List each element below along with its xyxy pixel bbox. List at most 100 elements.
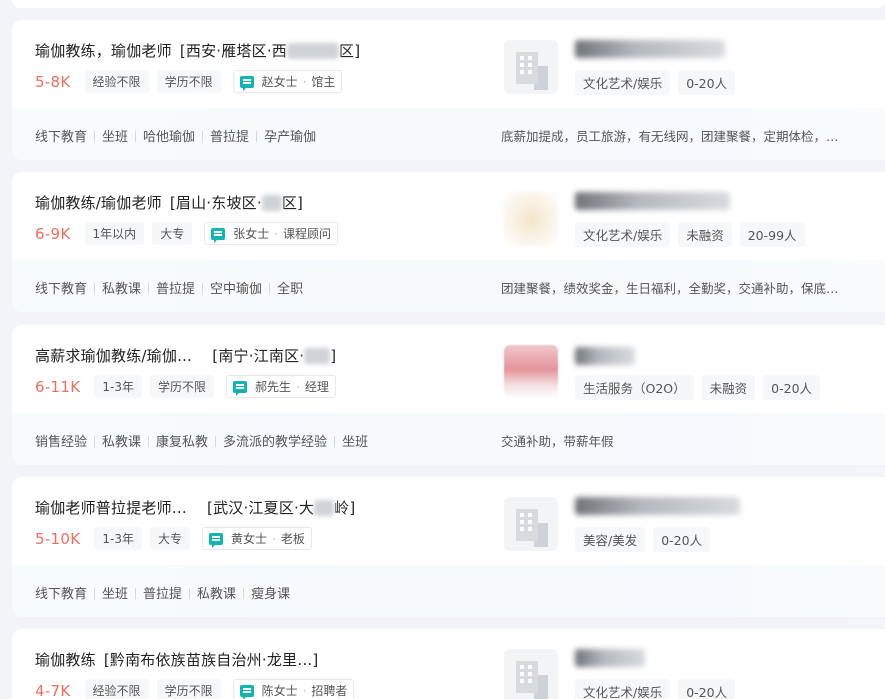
experience-tag: 经验不限 bbox=[84, 70, 149, 93]
company-industry: 生活服务（O2O） bbox=[575, 375, 694, 400]
job-card[interactable]: 瑜伽教练 [黔南布依族苗族自治州·龙里…] 4-7K 经验不限 学历不限 陈女士 … bbox=[12, 629, 885, 699]
skill-tag: 私教课 bbox=[102, 278, 156, 297]
benefits: 交通补助，带薪年假 bbox=[501, 434, 614, 449]
recruiter-chat-button[interactable]: 黄女士 · 老板 bbox=[202, 527, 312, 550]
job-card[interactable]: 高薪求瑜伽教练/瑜伽… [南宁·江南区·] 6-11K 1-3年 学历不限 郝先生… bbox=[12, 325, 885, 465]
skill-tag: 瘦身课 bbox=[251, 587, 291, 602]
skill-tag: 销售经验 bbox=[35, 431, 102, 450]
job-title[interactable]: 瑜伽老师普拉提老师… [武汉·江夏区·大 岭] bbox=[35, 497, 355, 518]
recruiter-name: 张女士 bbox=[233, 227, 270, 241]
company-industry: 文化艺术/娱乐 bbox=[575, 222, 671, 247]
skill-tag: 坐班 bbox=[102, 583, 143, 602]
education-tag: 学历不限 bbox=[156, 70, 221, 93]
job-location: [武汉·江夏区·大 岭] bbox=[207, 499, 356, 517]
job-location: [黔南布依族苗族自治州·龙里…] bbox=[103, 651, 319, 669]
experience-tag: 1年以内 bbox=[84, 222, 145, 245]
benefits: 团建聚餐，绩效奖金，生日福利，全勤奖，交通补助，保底… bbox=[501, 281, 839, 296]
company-logo[interactable] bbox=[504, 345, 558, 399]
building-icon[interactable] bbox=[504, 497, 558, 551]
salary: 6-11K bbox=[35, 377, 81, 396]
skill-tags: 销售经验 私教课 康复私教 多流派的教学经验 坐班 bbox=[35, 431, 368, 450]
skill-tag: 线下教育 bbox=[35, 583, 102, 602]
company-industry: 文化艺术/娱乐 bbox=[575, 679, 671, 699]
company-name-blurred[interactable] bbox=[575, 40, 725, 58]
job-title[interactable]: 高薪求瑜伽教练/瑜伽… [南宁·江南区·] bbox=[35, 345, 336, 366]
company-funding: 未融资 bbox=[701, 375, 756, 400]
skill-tag: 多流派的教学经验 bbox=[223, 431, 342, 450]
company-size: 0-20人 bbox=[763, 375, 821, 400]
company-funding: 未融资 bbox=[678, 222, 732, 247]
recruiter-name: 赵女士 bbox=[261, 75, 298, 89]
company-name-blurred[interactable] bbox=[575, 497, 740, 515]
company-industry: 美容/美发 bbox=[575, 527, 646, 552]
salary: 6-9K bbox=[35, 224, 71, 243]
recruiter-role: 馆主 bbox=[311, 75, 336, 89]
skill-tag: 全职 bbox=[277, 282, 304, 297]
company-size: 0-20人 bbox=[653, 527, 711, 552]
experience-tag: 1-3年 bbox=[94, 527, 142, 550]
chat-icon bbox=[239, 684, 254, 699]
company-name-blurred[interactable] bbox=[575, 347, 635, 365]
recruiter-chat-button[interactable]: 陈女士 · 招聘者 bbox=[232, 679, 355, 699]
job-title[interactable]: 瑜伽教练/瑜伽老师 [眉山·东坡区· 区] bbox=[35, 192, 303, 213]
education-tag: 学历不限 bbox=[150, 375, 215, 398]
chat-icon bbox=[209, 532, 224, 548]
benefits: 底薪加提成，员工旅游，有无线网，团建聚餐，定期体检，… bbox=[501, 129, 839, 144]
skill-tag: 孕产瑜伽 bbox=[264, 130, 317, 145]
skill-tags: 线下教育 私教课 普拉提 空中瑜伽 全职 bbox=[35, 278, 303, 297]
skill-tag: 空中瑜伽 bbox=[210, 278, 277, 297]
skill-tag: 坐班 bbox=[342, 435, 369, 450]
recruiter-name: 黄女士 bbox=[231, 532, 268, 546]
chat-icon bbox=[239, 75, 254, 91]
building-icon[interactable] bbox=[504, 40, 558, 94]
skill-tag: 线下教育 bbox=[35, 126, 102, 145]
previous-card-edge bbox=[12, 0, 885, 8]
salary: 5-8K bbox=[35, 72, 71, 91]
salary: 4-7K bbox=[35, 681, 71, 699]
education-tag: 学历不限 bbox=[156, 679, 221, 699]
recruiter-role: 老板 bbox=[280, 532, 305, 546]
job-title[interactable]: 瑜伽教练 [黔南布依族苗族自治州·龙里…] bbox=[35, 649, 319, 670]
company-size: 0-20人 bbox=[678, 679, 736, 699]
skill-tag: 康复私教 bbox=[156, 431, 223, 450]
skill-tags: 线下教育 坐班 哈他瑜伽 普拉提 孕产瑜伽 bbox=[35, 126, 316, 145]
skill-tag: 线下教育 bbox=[35, 278, 102, 297]
skill-tag: 哈他瑜伽 bbox=[143, 126, 210, 145]
job-card[interactable]: 瑜伽教练，瑜伽老师 [西安·雁塔区·西 区] 5-8K 经验不限 学历不限 赵女士 … bbox=[12, 20, 885, 160]
company-name-blurred[interactable] bbox=[575, 192, 730, 210]
recruiter-role: 招聘者 bbox=[311, 684, 348, 698]
recruiter-chat-button[interactable]: 赵女士 · 馆主 bbox=[232, 70, 343, 93]
education-tag: 大专 bbox=[152, 222, 193, 245]
experience-tag: 经验不限 bbox=[84, 679, 149, 699]
skill-tag: 普拉提 bbox=[156, 278, 210, 297]
company-name-blurred[interactable] bbox=[575, 649, 645, 667]
skill-tag: 普拉提 bbox=[143, 583, 197, 602]
skill-tags: 线下教育 坐班 普拉提 私教课 瘦身课 bbox=[35, 583, 290, 602]
job-location: [眉山·东坡区· 区] bbox=[169, 194, 304, 212]
company-size: 0-20人 bbox=[678, 70, 736, 95]
recruiter-chat-button[interactable]: 郝先生 · 经理 bbox=[226, 375, 336, 398]
company-size: 20-99人 bbox=[739, 222, 805, 247]
education-tag: 大专 bbox=[150, 527, 191, 550]
skill-tag: 坐班 bbox=[102, 126, 143, 145]
skill-tag: 私教课 bbox=[102, 431, 156, 450]
recruiter-name: 郝先生 bbox=[255, 380, 292, 394]
recruiter-role: 经理 bbox=[304, 380, 329, 394]
recruiter-name: 陈女士 bbox=[261, 684, 298, 698]
job-location: [西安·雁塔区·西 区] bbox=[179, 42, 361, 60]
job-location: [南宁·江南区·] bbox=[212, 347, 337, 365]
company-industry: 文化艺术/娱乐 bbox=[575, 70, 671, 95]
company-logo[interactable] bbox=[504, 192, 558, 246]
job-title[interactable]: 瑜伽教练，瑜伽老师 [西安·雁塔区·西 区] bbox=[35, 40, 360, 61]
experience-tag: 1-3年 bbox=[94, 375, 142, 398]
salary: 5-10K bbox=[35, 529, 81, 548]
job-card[interactable]: 瑜伽教练/瑜伽老师 [眉山·东坡区· 区] 6-9K 1年以内 大专 张女士 · 课… bbox=[12, 172, 885, 312]
chat-icon bbox=[233, 380, 248, 396]
chat-icon bbox=[211, 227, 226, 243]
job-card[interactable]: 瑜伽老师普拉提老师… [武汉·江夏区·大 岭] 5-10K 1-3年 大专 黄女士 … bbox=[12, 477, 885, 617]
skill-tag: 私教课 bbox=[197, 583, 251, 602]
skill-tag: 普拉提 bbox=[210, 126, 264, 145]
building-icon[interactable] bbox=[504, 649, 558, 699]
recruiter-role: 课程顾问 bbox=[283, 227, 332, 241]
recruiter-chat-button[interactable]: 张女士 · 课程顾问 bbox=[204, 222, 339, 245]
